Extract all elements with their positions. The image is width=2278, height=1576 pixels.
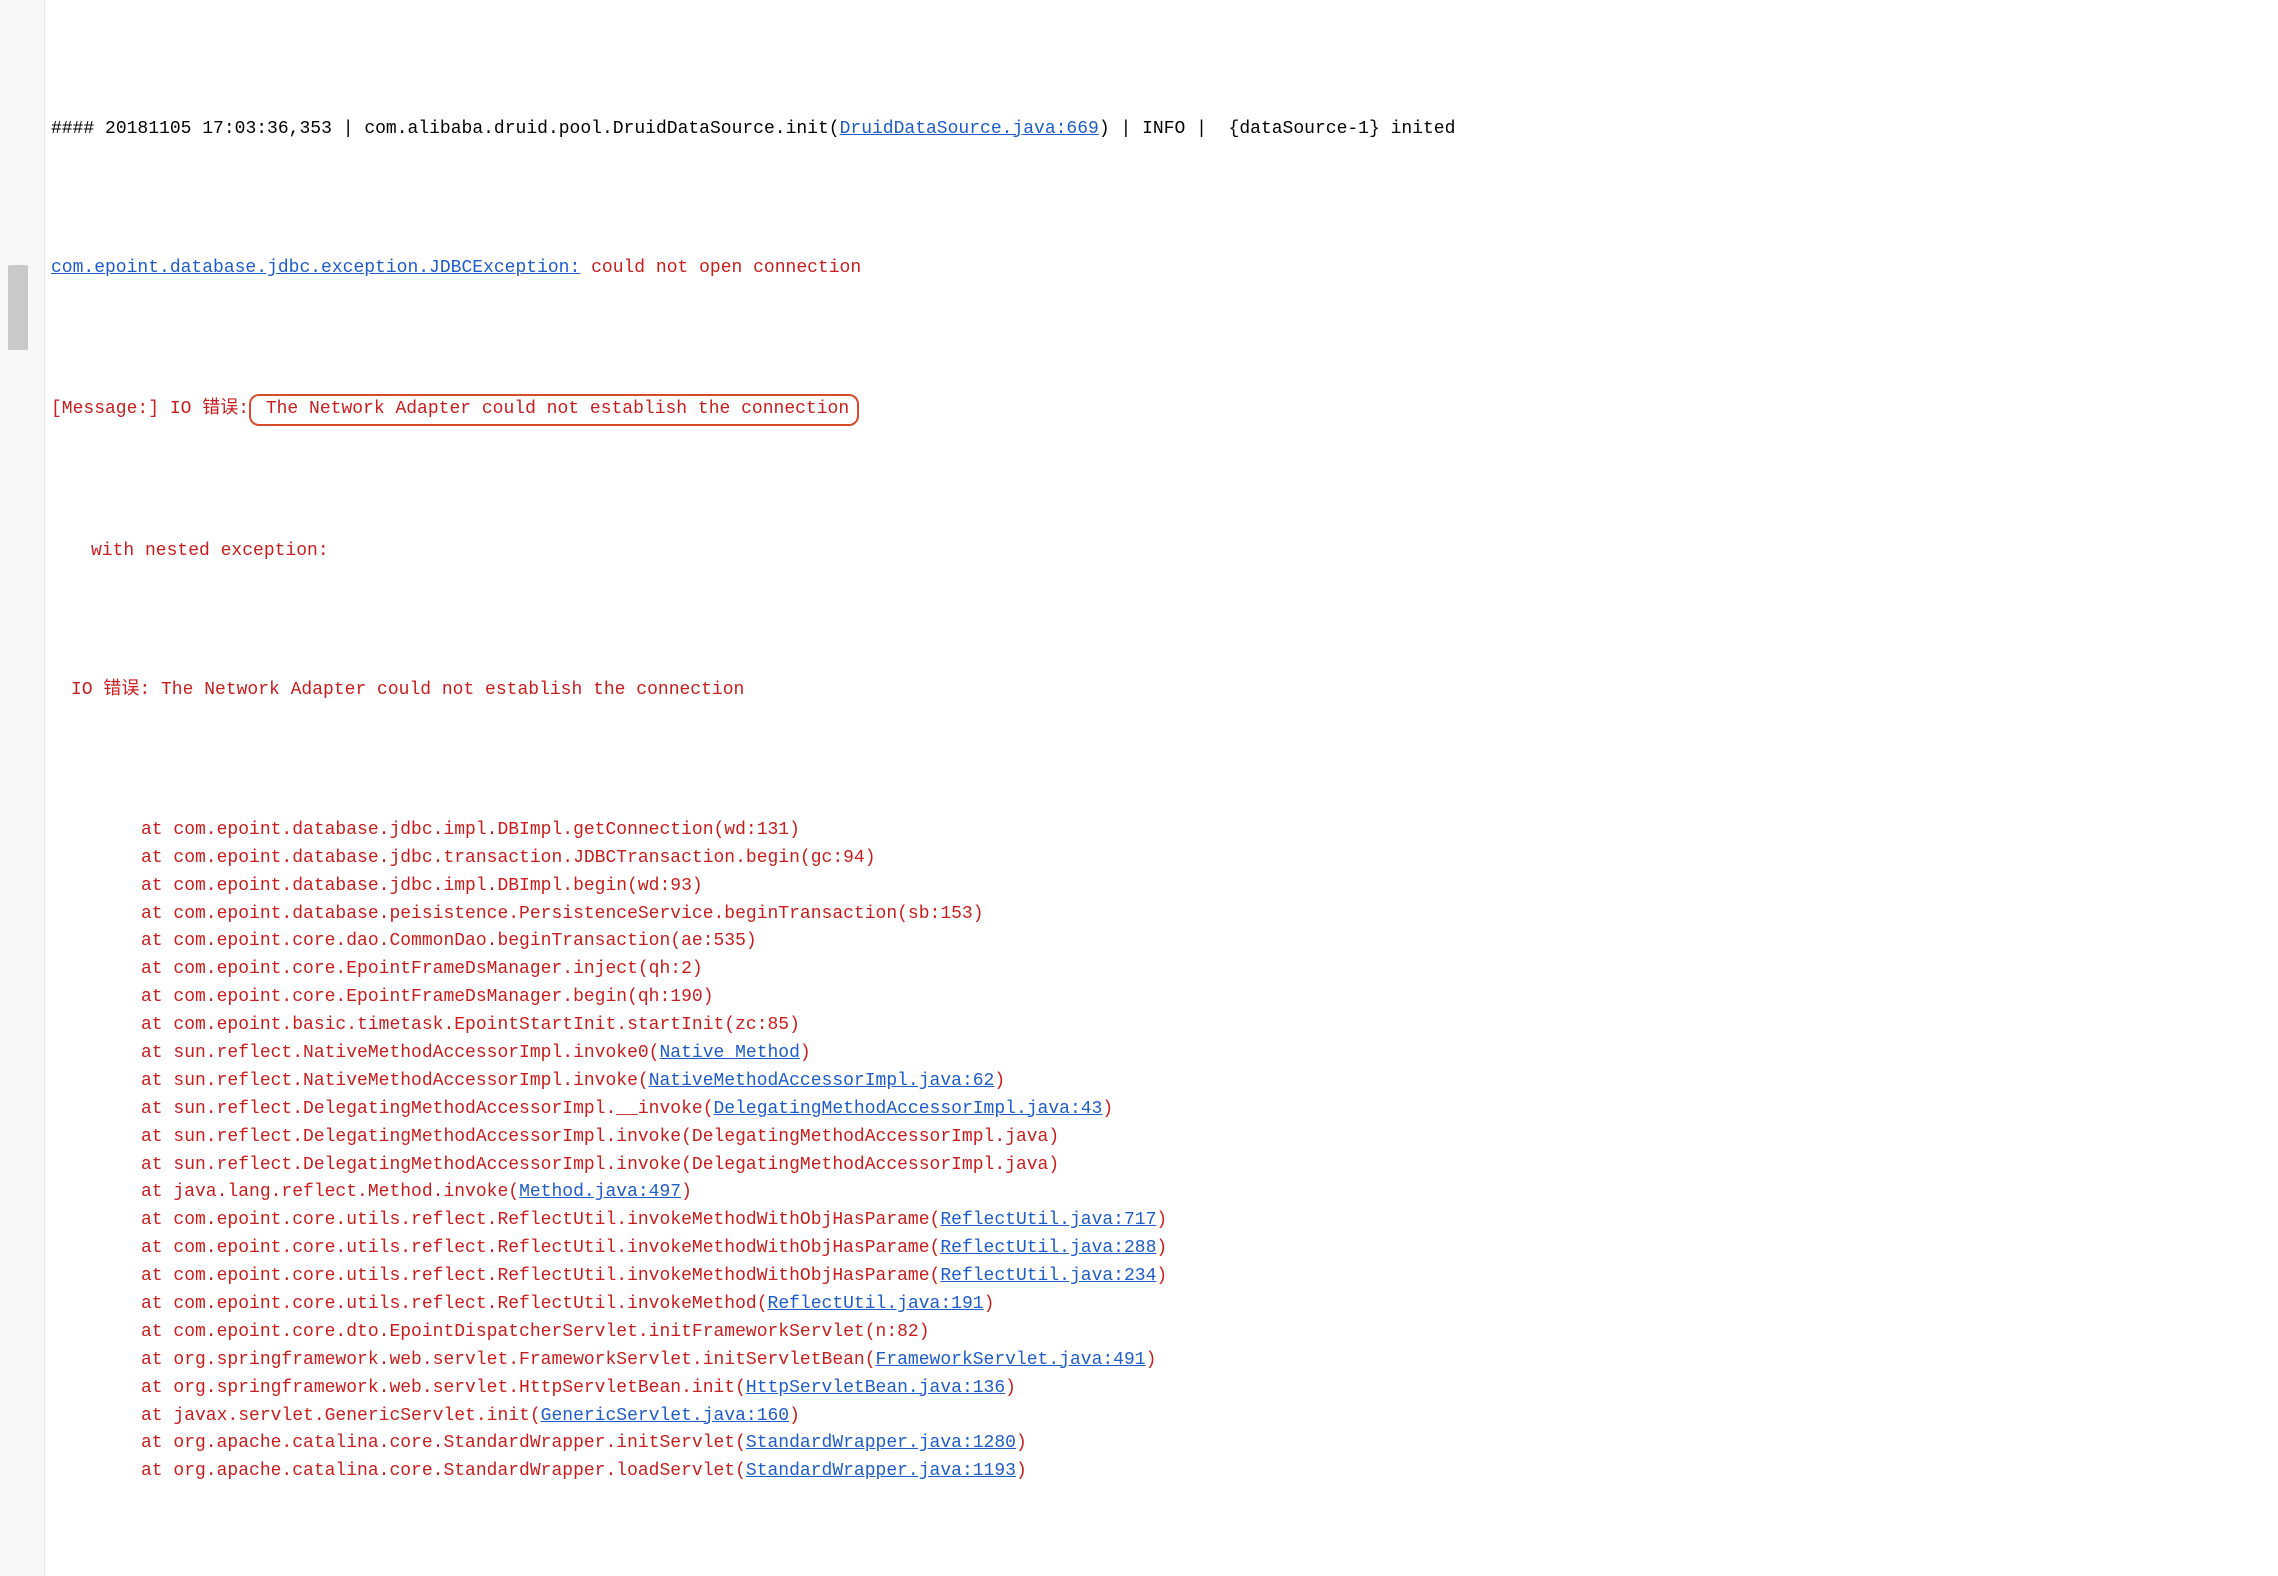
source-link[interactable]: ReflectUtil.java:234: [940, 1266, 1156, 1286]
stack-frame-text: at com.epoint.core.utils.reflect.Reflect…: [141, 1238, 940, 1258]
source-link[interactable]: Native Method: [659, 1043, 799, 1063]
stack-frame: at com.epoint.database.jdbc.transaction.…: [51, 845, 1455, 873]
stack-frame-text: at sun.reflect.NativeMethodAccessorImpl.…: [141, 1071, 649, 1091]
log-class: com.alibaba.druid.pool.DruidDataSource.i…: [364, 119, 839, 139]
source-link[interactable]: ReflectUtil.java:191: [768, 1294, 984, 1314]
nested-exception-label: with nested exception:: [51, 538, 1455, 566]
stack-frame-text: at java.lang.reflect.Method.invoke(: [141, 1182, 519, 1202]
stack-frame: at com.epoint.core.dao.CommonDao.beginTr…: [51, 928, 1455, 956]
stack-trace: at com.epoint.database.jdbc.impl.DBImpl.…: [51, 817, 1455, 1486]
stack-frame-text: at com.epoint.database.jdbc.transaction.…: [141, 848, 876, 868]
stack-frame-text: at org.apache.catalina.core.StandardWrap…: [141, 1433, 746, 1453]
stack-frame-text: at com.epoint.core.dto.EpointDispatcherS…: [141, 1322, 930, 1342]
stack-frame-text: at com.epoint.core.EpointFrameDsManager.…: [141, 959, 703, 979]
stack-frame: at com.epoint.core.dto.EpointDispatcherS…: [51, 1319, 1455, 1347]
log-viewport: #### 20181105 17:03:36,353 | com.alibaba…: [0, 0, 2278, 1576]
exception-class-msg: could not open connection: [580, 258, 861, 278]
stack-frame-text: at com.epoint.core.utils.reflect.Reflect…: [141, 1210, 940, 1230]
stack-frame-text: at com.epoint.core.utils.reflect.Reflect…: [141, 1266, 940, 1286]
highlighted-error: The Network Adapter could not establish …: [249, 394, 859, 426]
stack-frame: at com.epoint.core.utils.reflect.Reflect…: [51, 1291, 1455, 1319]
stack-frame: at com.epoint.core.utils.reflect.Reflect…: [51, 1263, 1455, 1291]
stack-frame: at org.springframework.web.servlet.Frame…: [51, 1347, 1455, 1375]
source-link[interactable]: Method.java:497: [519, 1182, 681, 1202]
stack-frame: at java.lang.reflect.Method.invoke(Metho…: [51, 1179, 1455, 1207]
editor-gutter: [0, 0, 45, 1576]
stack-frame-text: at com.epoint.core.utils.reflect.Reflect…: [141, 1294, 768, 1314]
log-header-line: #### 20181105 17:03:36,353 | com.alibaba…: [51, 116, 1455, 144]
source-link[interactable]: HttpServletBean.java:136: [746, 1378, 1005, 1398]
log-message: {dataSource-1} inited: [1229, 119, 1456, 139]
stack-frame-text: at com.epoint.database.jdbc.impl.DBImpl.…: [141, 820, 800, 840]
source-link[interactable]: FrameworkServlet.java:491: [876, 1350, 1146, 1370]
stack-frame-text: at com.epoint.basic.timetask.EpointStart…: [141, 1015, 800, 1035]
source-link[interactable]: StandardWrapper.java:1193: [746, 1461, 1016, 1481]
stack-frame: at com.epoint.core.utils.reflect.Reflect…: [51, 1235, 1455, 1263]
stack-frame: at com.epoint.database.jdbc.impl.DBImpl.…: [51, 873, 1455, 901]
stack-frame: at sun.reflect.NativeMethodAccessorImpl.…: [51, 1040, 1455, 1068]
source-link[interactable]: ReflectUtil.java:288: [940, 1238, 1156, 1258]
source-link[interactable]: DelegatingMethodAccessorImpl.java:43: [714, 1099, 1103, 1119]
stack-frame-text: at sun.reflect.NativeMethodAccessorImpl.…: [141, 1043, 659, 1063]
stack-frame: at org.apache.catalina.core.StandardWrap…: [51, 1458, 1455, 1486]
stack-frame: at com.epoint.database.jdbc.impl.DBImpl.…: [51, 817, 1455, 845]
exception-class-line: com.epoint.database.jdbc.exception.JDBCE…: [51, 255, 1455, 283]
stack-frame: at com.epoint.basic.timetask.EpointStart…: [51, 1012, 1455, 1040]
stack-frame: at sun.reflect.DelegatingMethodAccessorI…: [51, 1124, 1455, 1152]
stack-frame: at com.epoint.core.EpointFrameDsManager.…: [51, 984, 1455, 1012]
source-link[interactable]: NativeMethodAccessorImpl.java:62: [649, 1071, 995, 1091]
log-output[interactable]: #### 20181105 17:03:36,353 | com.alibaba…: [45, 0, 1461, 1576]
stack-frame-text: at javax.servlet.GenericServlet.init(: [141, 1406, 541, 1426]
stack-frame-text: at sun.reflect.DelegatingMethodAccessorI…: [141, 1127, 1059, 1147]
gutter-selection-mark: [8, 265, 28, 350]
stack-frame-text: at com.epoint.core.dao.CommonDao.beginTr…: [141, 931, 757, 951]
stack-frame: at javax.servlet.GenericServlet.init(Gen…: [51, 1403, 1455, 1431]
source-link[interactable]: DruidDataSource.java:669: [840, 119, 1099, 139]
exception-message-line: [Message:] IO 错误: The Network Adapter co…: [51, 394, 1455, 426]
stack-frame: at com.epoint.core.utils.reflect.Reflect…: [51, 1207, 1455, 1235]
log-prefix: ####: [51, 119, 94, 139]
source-link[interactable]: StandardWrapper.java:1280: [746, 1433, 1016, 1453]
stack-frame-text: at org.springframework.web.servlet.HttpS…: [141, 1378, 746, 1398]
stack-frame-text: at sun.reflect.DelegatingMethodAccessorI…: [141, 1155, 1059, 1175]
stack-frame: at sun.reflect.NativeMethodAccessorImpl.…: [51, 1068, 1455, 1096]
stack-frame: at sun.reflect.DelegatingMethodAccessorI…: [51, 1096, 1455, 1124]
stack-frame-text: at com.epoint.database.peisistence.Persi…: [141, 904, 984, 924]
stack-frame: at org.springframework.web.servlet.HttpS…: [51, 1375, 1455, 1403]
stack-frame-text: at org.springframework.web.servlet.Frame…: [141, 1350, 876, 1370]
source-link[interactable]: ReflectUtil.java:717: [940, 1210, 1156, 1230]
exception-class-link[interactable]: com.epoint.database.jdbc.exception.JDBCE…: [51, 258, 580, 278]
stack-frame: at org.apache.catalina.core.StandardWrap…: [51, 1430, 1455, 1458]
log-level: INFO: [1142, 119, 1185, 139]
stack-frame-text: at com.epoint.core.EpointFrameDsManager.…: [141, 987, 714, 1007]
stack-frame-text: at com.epoint.database.jdbc.impl.DBImpl.…: [141, 876, 703, 896]
stack-frame-text: at sun.reflect.DelegatingMethodAccessorI…: [141, 1099, 714, 1119]
log-timestamp: 20181105 17:03:36,353: [105, 119, 332, 139]
io-error-line: IO 错误: The Network Adapter could not est…: [51, 677, 1455, 705]
stack-frame: at com.epoint.database.peisistence.Persi…: [51, 901, 1455, 929]
stack-frame-text: at org.apache.catalina.core.StandardWrap…: [141, 1461, 746, 1481]
message-prefix: [Message:] IO 错误:: [51, 399, 249, 419]
stack-frame: at sun.reflect.DelegatingMethodAccessorI…: [51, 1152, 1455, 1180]
stack-frame: at com.epoint.core.EpointFrameDsManager.…: [51, 956, 1455, 984]
source-link[interactable]: GenericServlet.java:160: [541, 1406, 789, 1426]
